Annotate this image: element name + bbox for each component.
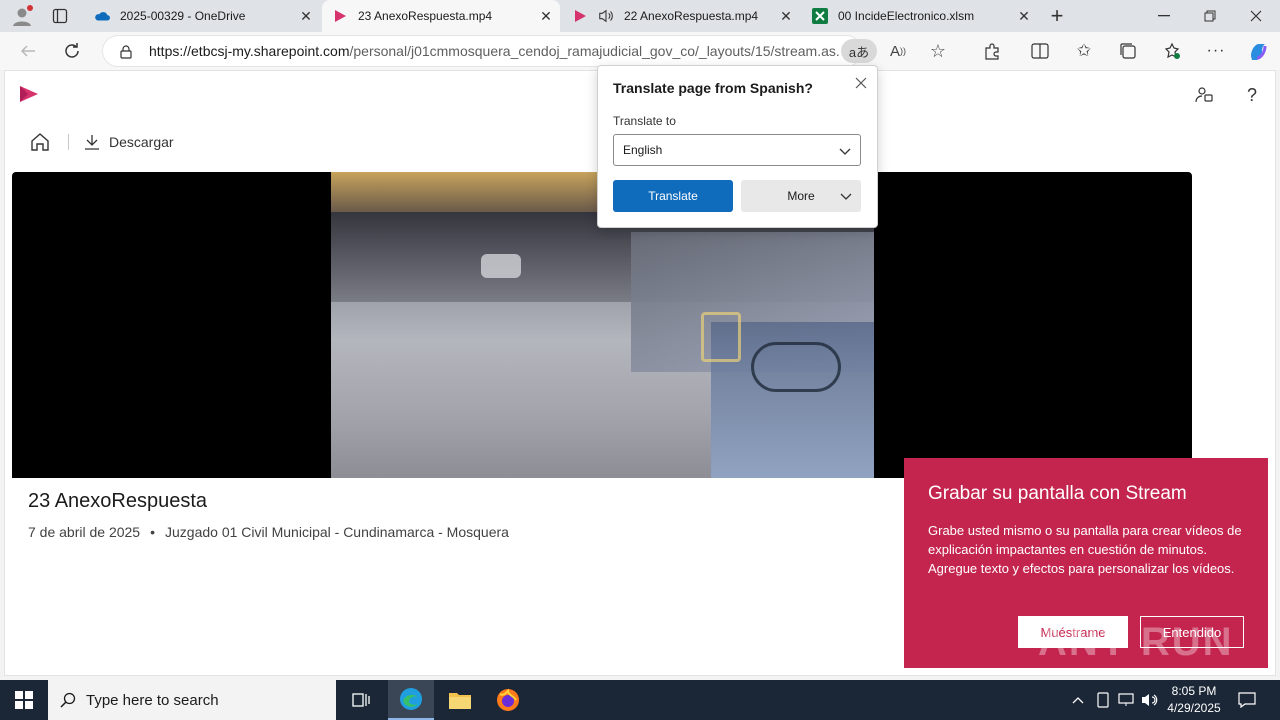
meta-separator: • xyxy=(150,524,155,540)
stream-play-icon xyxy=(332,8,348,24)
more-label: More xyxy=(787,189,815,203)
chevron-down-icon xyxy=(838,144,852,161)
close-tab-icon[interactable]: ✕ xyxy=(292,8,320,25)
video-title: 23 AnexoRespuesta xyxy=(28,490,208,512)
watermark-logo: ANY RUN xyxy=(1038,620,1234,664)
onedrive-cloud-icon xyxy=(94,8,110,24)
close-icon[interactable] xyxy=(850,72,872,94)
chevron-down-icon xyxy=(839,189,853,206)
download-label: Descargar xyxy=(109,134,174,150)
close-tab-icon[interactable]: ✕ xyxy=(772,8,800,25)
more-menu-icon[interactable]: ··· xyxy=(1204,39,1228,63)
video-owner[interactable]: Juzgado 01 Civil Municipal - Cundinamarc… xyxy=(165,524,509,540)
start-button[interactable] xyxy=(0,680,48,720)
address-bar[interactable]: https://etbcsj-my.sharepoint.com/persona… xyxy=(102,35,877,67)
favorites-icon[interactable]: ✩ xyxy=(1072,39,1096,63)
clock[interactable]: 8:05 PM 4/29/2025 xyxy=(1164,683,1224,719)
help-icon[interactable]: ? xyxy=(1240,83,1264,107)
firefox-icon[interactable] xyxy=(486,680,530,720)
browser-essentials-icon[interactable] xyxy=(1160,39,1184,63)
tab-actions-icon[interactable] xyxy=(48,4,72,28)
video-date: 7 de abril de 2025 xyxy=(28,524,141,540)
toolbar-divider xyxy=(68,134,69,150)
more-button[interactable]: More xyxy=(741,180,861,212)
file-explorer-icon[interactable] xyxy=(438,680,482,720)
profile-avatar-icon[interactable] xyxy=(10,4,34,28)
refresh-button[interactable] xyxy=(60,39,84,63)
split-screen-icon[interactable] xyxy=(1028,39,1052,63)
translate-to-label: Translate to xyxy=(613,114,676,128)
back-button[interactable] xyxy=(16,39,40,63)
volume-icon[interactable] xyxy=(1140,690,1160,710)
tab-onedrive[interactable]: 2025-00329 - OneDrive ✕ xyxy=(84,0,320,32)
close-tab-icon[interactable]: ✕ xyxy=(532,8,560,25)
search-icon xyxy=(60,692,76,708)
search-placeholder: Type here to search xyxy=(86,691,219,709)
feedback-icon[interactable] xyxy=(1192,83,1216,107)
clock-time: 8:05 PM xyxy=(1171,684,1217,698)
tab-label: 23 AnexoRespuesta.mp4 xyxy=(358,9,493,23)
close-window-button[interactable] xyxy=(1242,4,1270,28)
translate-button[interactable]: Translate xyxy=(613,180,733,212)
stream-logo-icon[interactable] xyxy=(18,84,40,104)
stream-play-icon xyxy=(572,8,588,24)
video-meta: 7 de abril de 2025 • Juzgado 01 Civil Mu… xyxy=(28,524,509,540)
browser-tab-bar: 2025-00329 - OneDrive ✕ 23 AnexoRespuest… xyxy=(0,0,1280,32)
chevron-up-icon[interactable] xyxy=(1068,690,1088,710)
collections-icon[interactable] xyxy=(1116,39,1140,63)
network-icon[interactable] xyxy=(1116,690,1136,710)
home-icon[interactable] xyxy=(28,130,52,154)
tab-23-anexo[interactable]: 23 AnexoRespuesta.mp4 ✕ xyxy=(322,0,560,32)
tab-22-anexo[interactable]: 22 AnexoRespuesta.mp4 ✕ xyxy=(562,0,800,32)
read-aloud-icon[interactable]: A)) xyxy=(886,39,910,63)
task-view-icon[interactable] xyxy=(344,682,378,718)
translate-title: Translate page from Spanish? xyxy=(613,80,813,96)
audio-playing-icon[interactable] xyxy=(598,8,614,24)
translate-icon[interactable]: aあ xyxy=(841,39,877,63)
minimize-button[interactable] xyxy=(1150,4,1178,28)
restore-button[interactable] xyxy=(1196,4,1224,28)
lock-icon[interactable] xyxy=(117,43,135,61)
download-button[interactable]: Descargar xyxy=(84,132,174,152)
promo-title: Grabar su pantalla con Stream xyxy=(928,483,1187,504)
windows-logo-icon xyxy=(15,691,33,709)
url-host: https://etbcsj-my.sharepoint.com xyxy=(149,43,350,59)
edge-taskbar-icon[interactable] xyxy=(388,680,434,720)
favorite-star-icon[interactable]: ☆ xyxy=(926,39,950,63)
device-icon[interactable] xyxy=(1094,690,1112,710)
tab-label: 00 IncideElectronico.xlsm xyxy=(838,9,975,23)
copilot-icon[interactable] xyxy=(1246,39,1270,63)
notification-icon[interactable] xyxy=(1234,688,1260,712)
download-icon xyxy=(84,134,100,150)
extensions-icon[interactable] xyxy=(980,39,1004,63)
excel-icon xyxy=(812,8,828,24)
selected-language: English xyxy=(623,143,663,157)
tab-label: 22 AnexoRespuesta.mp4 xyxy=(624,9,759,23)
promo-body: Grabe usted mismo o su pantalla para cre… xyxy=(928,523,1242,576)
taskbar-search-box[interactable]: Type here to search xyxy=(48,680,336,720)
tab-excel[interactable]: 00 IncideElectronico.xlsm ✕ xyxy=(802,0,1038,32)
language-select[interactable]: English xyxy=(613,134,861,166)
clock-date: 4/29/2025 xyxy=(1167,701,1221,715)
url-text[interactable]: https://etbcsj-my.sharepoint.com/persona… xyxy=(149,43,839,59)
translate-popup: Translate page from Spanish? Translate t… xyxy=(597,65,878,228)
url-path: /personal/j01cmmosquera_cendoj_ramajudic… xyxy=(349,43,839,59)
new-tab-button[interactable]: + xyxy=(1044,3,1070,28)
tab-label: 2025-00329 - OneDrive xyxy=(120,9,246,23)
close-tab-icon[interactable]: ✕ xyxy=(1010,8,1038,25)
